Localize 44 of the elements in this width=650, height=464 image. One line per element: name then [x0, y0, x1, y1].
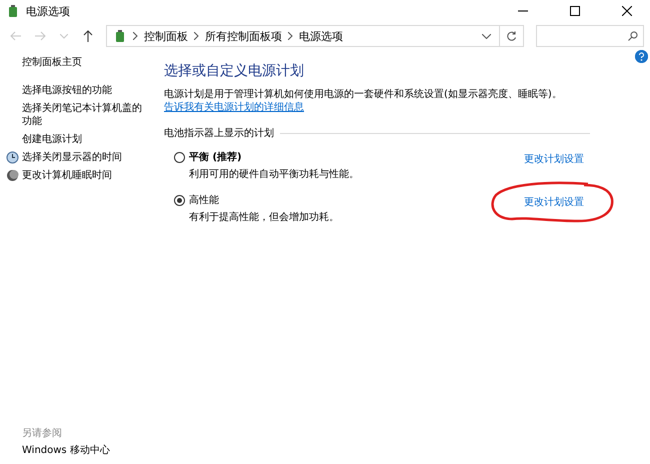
arrow-left-icon [10, 31, 22, 41]
page-heading: 选择或自定义电源计划 [164, 62, 305, 80]
details-link[interactable]: 告诉我有关电源计划的详细信息 [164, 102, 304, 113]
radio-button[interactable] [174, 195, 185, 206]
arrow-up-icon [83, 30, 93, 42]
window-title: 电源选项 [26, 4, 71, 18]
breadcrumb[interactable]: 电源选项 [299, 28, 343, 44]
breadcrumb[interactable]: 控制面板 [144, 28, 188, 44]
sidebar-link[interactable]: 更改计算机睡眠时间 [6, 169, 112, 182]
search-field[interactable] [536, 25, 644, 47]
breadcrumb[interactable]: 所有控制面板项 [205, 28, 282, 44]
group-label: 电池指示器上显示的计划 [164, 126, 274, 140]
help-icon[interactable] [635, 50, 648, 63]
chevron-right-icon [133, 32, 138, 40]
address-bar[interactable]: 控制面板 所有控制面板项 电源选项 [106, 25, 500, 47]
plan-name: 平衡 (推荐) [189, 150, 243, 164]
sidebar-link[interactable]: 创建电源计划 [22, 133, 82, 146]
sidebar-link[interactable]: 控制面板主页 [22, 56, 82, 69]
battery-plug-icon [6, 4, 20, 18]
chevron-down-icon [60, 34, 68, 38]
close-icon [622, 6, 632, 16]
arrow-right-icon [34, 31, 46, 41]
plan-description: 利用可用的硬件自动平衡功耗与性能。 [189, 168, 360, 181]
refresh-icon [506, 30, 517, 42]
description-text: 电源计划是用于管理计算机如何使用电源的一套硬件和系统设置(如显示器亮度、睡眠等)。 告诉我有关电源计划的详细信息 [164, 88, 563, 114]
battery-plug-icon [113, 29, 127, 43]
plan-description: 有利于提高性能，但会增加功耗。 [189, 210, 340, 224]
sidebar-link[interactable]: 更改计算机睡眠时间 [22, 169, 112, 182]
chevron-right-icon [194, 32, 199, 40]
sidebar-link[interactable]: Windows 移动中心 [22, 444, 150, 457]
chevron-down-icon[interactable] [482, 34, 491, 38]
sidebar-link[interactable]: 选择电源按钮的功能 [22, 84, 112, 97]
chevron-right-icon [288, 32, 293, 40]
radio-button[interactable] [174, 152, 185, 163]
moon-icon [6, 169, 19, 182]
change-plan-settings-link[interactable]: 更改计划设置 [524, 195, 584, 209]
plan-name: 高性能 [189, 194, 220, 207]
sidebar-link[interactable]: 选择关闭笔记本计算机盖的功能 [22, 102, 150, 128]
change-plan-settings-link[interactable]: 更改计划设置 [524, 152, 584, 166]
search-icon [628, 31, 638, 41]
monitor-clock-icon [6, 151, 19, 164]
see-also-heading: 另请参阅 [22, 426, 63, 440]
refresh-button[interactable] [500, 25, 524, 47]
maximize-icon [570, 6, 580, 16]
